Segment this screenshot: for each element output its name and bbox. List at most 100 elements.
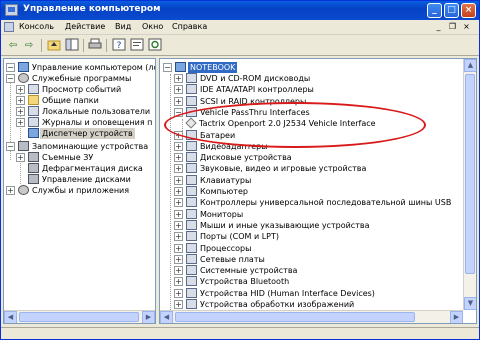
event-viewer-icon <box>28 84 39 94</box>
computer-management-icon <box>18 62 29 72</box>
hid-device-icon <box>186 287 197 298</box>
scroll-left-arrow[interactable]: ◀ <box>160 311 173 323</box>
scroll-left-arrow[interactable]: ◀ <box>4 311 17 323</box>
services-icon <box>18 185 29 195</box>
forward-icon[interactable]: ⇨ <box>21 38 37 53</box>
menu-action[interactable]: Действие <box>65 22 105 31</box>
title-bar[interactable]: Управление компьютером _ □ × <box>1 1 479 20</box>
expand-icon[interactable]: + <box>174 254 183 264</box>
menu-console[interactable]: Консоль <box>19 22 54 31</box>
expand-icon[interactable]: + <box>16 118 25 127</box>
expand-icon[interactable]: + <box>174 85 183 95</box>
menu-window[interactable]: Окно <box>142 22 163 31</box>
expand-icon[interactable]: + <box>174 209 183 219</box>
expand-icon[interactable]: + <box>174 164 183 174</box>
disk-management-icon <box>28 174 39 184</box>
expand-icon[interactable]: + <box>16 107 25 116</box>
help-icon[interactable]: ? <box>111 38 127 53</box>
expand-icon[interactable]: + <box>174 277 183 287</box>
computer-icon <box>175 62 186 72</box>
mdi-minimize-button[interactable]: _ <box>433 22 444 33</box>
up-icon[interactable] <box>46 38 62 53</box>
device-category-label: Звуковые, видео и игровые устройства <box>200 164 367 174</box>
right-horizontal-scrollbar[interactable]: ◀ ▶ <box>160 310 463 323</box>
users-icon <box>28 106 39 116</box>
device-category-label: Устройства Bluetooth <box>200 277 290 287</box>
expand-icon[interactable]: + <box>174 187 183 196</box>
window-title: Управление компьютером <box>23 4 161 14</box>
expand-icon[interactable]: + <box>174 243 183 253</box>
collapse-icon[interactable]: − <box>6 63 15 72</box>
collapse-icon[interactable]: − <box>6 142 15 151</box>
dvd-drive-icon <box>186 73 197 83</box>
highlight-ellipse <box>164 102 426 148</box>
expand-icon[interactable]: + <box>16 96 25 105</box>
processor-icon <box>186 242 197 253</box>
scroll-right-arrow[interactable]: ▶ <box>142 311 155 323</box>
status-bar <box>1 327 479 339</box>
scroll-thumb[interactable] <box>19 312 139 322</box>
svg-text:?: ? <box>117 41 122 51</box>
minimize-button[interactable]: _ <box>427 3 442 18</box>
expand-icon[interactable]: + <box>174 300 183 309</box>
maximize-button[interactable]: □ <box>444 3 459 18</box>
performance-logs-icon <box>28 117 39 127</box>
device-category-label: Сетевые платы <box>200 254 265 264</box>
back-icon[interactable]: ⇦ <box>5 38 21 53</box>
expand-icon[interactable]: + <box>174 232 183 242</box>
computer-icon <box>186 186 197 196</box>
storage-icon <box>18 141 29 151</box>
expand-icon[interactable]: + <box>174 198 183 208</box>
collapse-icon[interactable]: − <box>163 63 172 72</box>
expand-icon[interactable]: + <box>174 96 183 106</box>
refresh-icon[interactable] <box>147 38 163 53</box>
port-icon <box>186 231 197 242</box>
device-category-label: Системные устройства <box>200 266 298 276</box>
scroll-down-arrow[interactable]: ▼ <box>464 297 476 310</box>
close-button[interactable]: × <box>461 3 476 18</box>
keyboard-icon <box>186 174 197 185</box>
collapse-icon[interactable]: − <box>6 74 15 83</box>
console-tree-pane[interactable]: − Управление компьютером (локаль − Служе… <box>3 58 156 324</box>
menu-view[interactable]: Вид <box>115 22 131 31</box>
right-vertical-scrollbar[interactable]: ▲ ▼ <box>463 59 476 310</box>
properties-icon[interactable] <box>129 38 145 53</box>
show-tree-icon[interactable] <box>64 38 80 53</box>
console-icon[interactable] <box>4 22 14 32</box>
scroll-right-arrow[interactable]: ▶ <box>450 311 463 323</box>
menu-help[interactable]: Справка <box>172 22 207 31</box>
tools-icon <box>18 73 29 83</box>
expand-icon[interactable]: + <box>174 141 183 151</box>
expand-icon[interactable]: + <box>174 175 183 185</box>
defragmenter-icon <box>28 163 39 173</box>
toolbar: ⇦ ⇨ ? <box>1 36 479 56</box>
sound-device-icon <box>186 163 197 174</box>
scroll-up-arrow[interactable]: ▲ <box>464 59 476 72</box>
expand-icon[interactable]: + <box>174 74 183 83</box>
expand-icon[interactable]: + <box>16 153 25 162</box>
device-category-label: IDE ATA/ATAPI контроллеры <box>200 85 314 95</box>
scroll-thumb[interactable] <box>175 312 415 322</box>
expand-icon[interactable]: + <box>174 288 183 298</box>
scroll-thumb[interactable] <box>465 74 475 274</box>
expand-icon[interactable]: + <box>16 85 25 94</box>
display-adapter-icon <box>186 140 197 151</box>
expand-icon[interactable]: + <box>174 153 183 163</box>
scsi-controller-icon <box>186 95 197 106</box>
disk-drive-icon <box>186 152 197 163</box>
device-category-label: Устройства HID (Human Interface Devices) <box>200 288 375 298</box>
device-tree-pane[interactable]: − NOTEBOOK + DVD и CD-ROM дисководы + IDE A… <box>159 58 477 324</box>
expand-icon[interactable]: + <box>174 266 183 276</box>
left-horizontal-scrollbar[interactable]: ◀ ▶ <box>4 310 155 323</box>
device-category-label: Мыши и иные указывающие устройства <box>200 220 370 230</box>
device-category-label: Клавиатуры <box>200 175 252 185</box>
expand-icon[interactable]: + <box>174 220 183 230</box>
mouse-icon <box>186 219 197 230</box>
expand-icon[interactable]: + <box>6 186 15 195</box>
device-category-label: Дисковые устройства <box>200 153 292 163</box>
device-category-label: DVD и CD-ROM дисководы <box>200 74 311 83</box>
mdi-close-button[interactable]: × <box>461 22 472 33</box>
print-icon[interactable] <box>87 38 103 53</box>
mdi-restore-button[interactable]: ❐ <box>447 22 458 33</box>
ide-controller-icon <box>186 84 197 95</box>
